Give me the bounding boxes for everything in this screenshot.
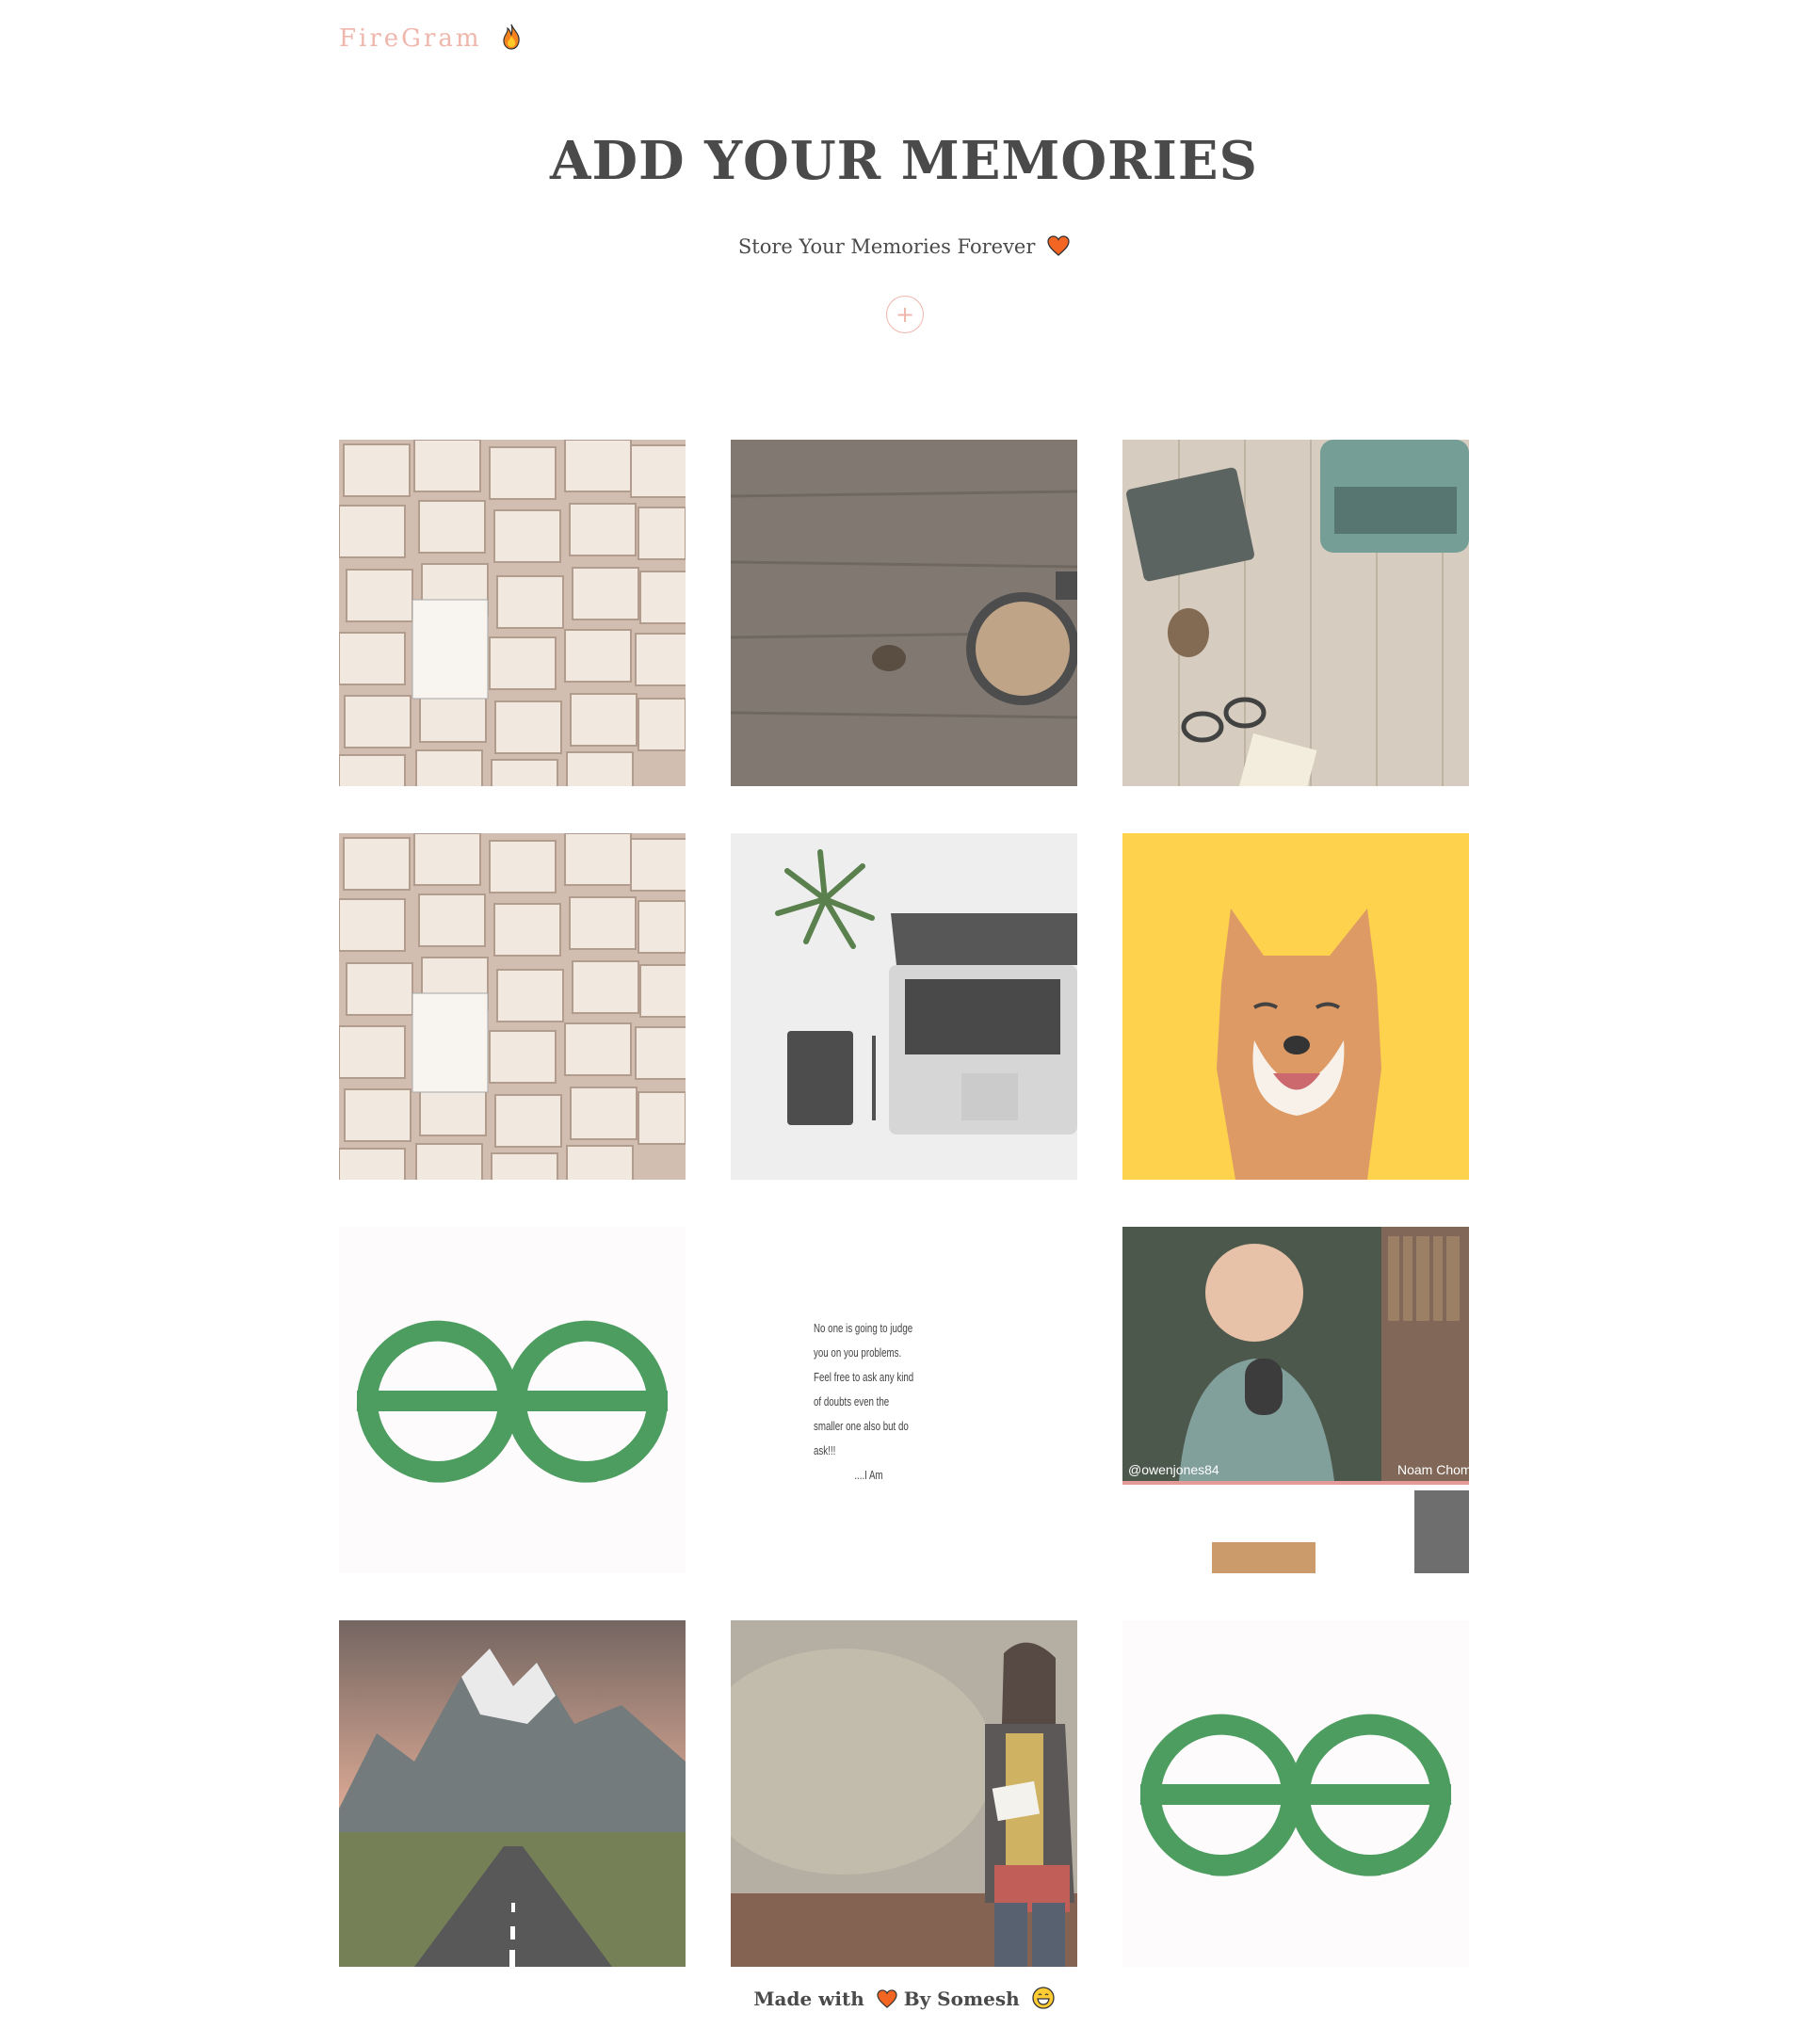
gallery-image[interactable] — [339, 440, 686, 786]
gallery-image[interactable] — [731, 440, 1077, 786]
gallery-image[interactable] — [339, 833, 686, 1180]
typewriter-image — [1122, 440, 1469, 786]
dog-image — [1122, 833, 1469, 1180]
woman-reading-image — [731, 1620, 1077, 1967]
coffee-image — [731, 440, 1077, 786]
brand-logo[interactable]: FireGram — [339, 24, 521, 53]
page-title: ADD YOUR MEMORIES — [550, 130, 1258, 192]
gallery-image[interactable] — [731, 833, 1077, 1180]
footer-made-with: Made with — [753, 1988, 864, 2010]
grinning-face-icon — [1031, 1987, 1055, 2009]
image-gallery: No one is going to judge you on you prob… — [339, 440, 1469, 1967]
note-text: No one is going to judge you on you prob… — [814, 1321, 914, 1482]
plus-icon: + — [895, 301, 915, 328]
gallery-image[interactable] — [1122, 440, 1469, 786]
upload-button[interactable]: + — [886, 296, 924, 333]
footer-author: By Somesh — [903, 1988, 1020, 2010]
books-image — [339, 440, 686, 786]
gfg-logo-image — [1122, 1620, 1469, 1967]
logo-text: FireGram — [339, 24, 482, 53]
laptop-image — [731, 833, 1077, 1180]
page-subtitle: Store Your Memories Forever — [339, 235, 1469, 258]
gallery-image[interactable]: @owenjones84 Noam Chom — [1122, 1227, 1469, 1573]
books-image — [339, 833, 686, 1180]
gallery-image[interactable]: No one is going to judge you on you prob… — [731, 1227, 1077, 1573]
video-caption-left: @owenjones84 — [1128, 1462, 1219, 1477]
gallery-image[interactable] — [339, 1620, 686, 1967]
fire-icon — [503, 24, 520, 50]
footer: Made with By Somesh — [339, 1987, 1469, 2010]
gfg-logo-image — [339, 1227, 686, 1573]
video-call-image — [1122, 1227, 1469, 1573]
app-root: FireGram ADD YOUR MEMORIES Store Your Me… — [339, 0, 1469, 2044]
heart-icon — [1047, 235, 1070, 256]
mountain-image — [339, 1620, 686, 1967]
gallery-image[interactable] — [339, 1227, 686, 1573]
video-caption-right: Noam Chom — [1397, 1462, 1469, 1477]
gallery-image[interactable] — [1122, 833, 1469, 1180]
gallery-image[interactable] — [1122, 1620, 1469, 1967]
subtitle-text: Store Your Memories Forever — [737, 235, 1036, 258]
gallery-image[interactable] — [731, 1620, 1077, 1967]
heart-icon — [877, 1989, 897, 2008]
